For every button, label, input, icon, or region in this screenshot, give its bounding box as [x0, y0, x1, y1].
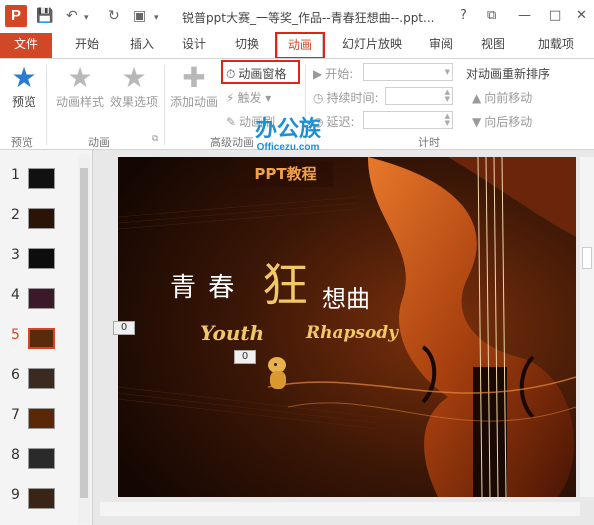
tab-view[interactable]: 视图: [472, 33, 514, 58]
maximize-icon[interactable]: □: [549, 8, 561, 23]
up-arrow-icon: ▲: [472, 91, 482, 105]
animation-order-tag[interactable]: 0: [234, 350, 256, 364]
down-arrow-icon: ▼: [472, 115, 482, 129]
start-field-label: ▶ 开始:: [313, 67, 354, 81]
editor-vertical-scrollbar[interactable]: [580, 157, 594, 497]
slide-title-part2: 想曲: [322, 285, 370, 313]
tab-home[interactable]: 开始: [66, 33, 108, 58]
slide-number: 6: [11, 367, 20, 383]
separator: [46, 65, 47, 145]
lightning-icon: ⚡: [226, 91, 235, 105]
trigger-label: 触发: [237, 91, 262, 105]
editor-horizontal-scrollbar[interactable]: [100, 502, 580, 516]
slide-number: 5: [11, 327, 20, 343]
slide-thumbnail[interactable]: [28, 408, 55, 429]
slide-thumbnail[interactable]: [28, 488, 55, 509]
undo-dropdown-icon[interactable]: ▾: [84, 13, 89, 23]
tab-review[interactable]: 审阅: [420, 33, 462, 58]
save-icon[interactable]: 💾: [36, 8, 53, 24]
preview-label: 预览: [11, 95, 36, 109]
move-earlier-button[interactable]: ▲ 向前移动: [472, 89, 532, 106]
slide-thumbnail[interactable]: [28, 208, 55, 229]
help-icon[interactable]: ?: [460, 8, 467, 23]
watermark-text: 办公族: [254, 117, 321, 142]
slide-banner: PPT教程: [254, 165, 317, 183]
slide-thumbnail[interactable]: [28, 448, 55, 469]
watermark-logo: 办公族 Officezu.com: [228, 117, 348, 154]
panel-scrollbar-thumb[interactable]: [80, 168, 88, 498]
group-label-timing: 计时: [418, 136, 440, 149]
star-preview-icon: ★: [11, 61, 37, 94]
animation-pane-highlight: [221, 60, 300, 84]
add-animation-button[interactable]: ✚ 添加动画: [168, 63, 220, 110]
slide-thumbnail[interactable]: [28, 288, 55, 309]
add-star-icon: ✚: [182, 61, 206, 94]
start-from-beginning-icon[interactable]: ▣: [133, 8, 146, 24]
slide-canvas[interactable]: PPT教程 青 春 狂 想曲 Youth Rhapsody: [118, 157, 576, 497]
slide-thumbnail[interactable]: [28, 168, 55, 189]
undo-icon[interactable]: ↶: [66, 8, 78, 24]
animation-order-tag[interactable]: 0: [113, 321, 135, 335]
delay-input[interactable]: ▲ ▼: [363, 111, 453, 129]
effect-options-label: 效果选项: [109, 95, 158, 109]
slide-number: 7: [11, 407, 20, 423]
slide-thumbnail[interactable]: [28, 248, 55, 269]
ribbon-display-options-icon[interactable]: ⧉: [487, 8, 496, 23]
tab-file[interactable]: 文件: [0, 33, 52, 58]
powerpoint-app-icon[interactable]: P: [5, 5, 27, 27]
tab-insert[interactable]: 插入: [121, 33, 163, 58]
animations-tab-highlight: [275, 32, 325, 59]
redo-icon[interactable]: ↻: [108, 8, 120, 24]
slide-thumbnail[interactable]: [28, 368, 55, 389]
minimize-icon[interactable]: —: [518, 8, 531, 23]
tab-transitions[interactable]: 切换: [226, 33, 268, 58]
slide-thumbnail[interactable]: [28, 328, 55, 349]
duration-field-label: ◷ 持续时间:: [313, 91, 379, 105]
customize-qat-icon[interactable]: ▾: [154, 13, 159, 23]
slide-subtitle-rhapsody: Rhapsody: [306, 323, 399, 343]
move-later-button[interactable]: ▼ 向后移动: [472, 113, 532, 130]
title-bar: P 💾 ↶ ▾ ↻ ▣ ▾ 锐普ppt大赛_一等奖_作品--青春狂想曲--.pp…: [0, 0, 594, 33]
animation-styles-button[interactable]: ★ 动画样式: [54, 63, 106, 110]
group-label-preview: 预览: [11, 136, 33, 149]
trigger-button[interactable]: ⚡ 触发 ▾: [226, 89, 271, 106]
star-icon: ★: [121, 61, 147, 94]
slide-number: 2: [11, 207, 20, 223]
dialog-launcher-icon[interactable]: ⧉: [152, 134, 158, 144]
slide-title-part1: 青 春: [170, 273, 237, 303]
slide-number: 3: [11, 247, 20, 263]
slide-number: 8: [11, 447, 20, 463]
duration-input[interactable]: ▲ ▼: [385, 87, 453, 105]
separator: [164, 65, 165, 145]
slide-subtitle-youth: Youth: [200, 321, 265, 345]
slide-number: 9: [11, 487, 20, 503]
editor-scroll-thumb[interactable]: [582, 247, 592, 269]
effect-options-button[interactable]: ★ 效果选项: [108, 63, 160, 110]
star-icon: ★: [67, 61, 93, 94]
cartoon-dog-image[interactable]: [264, 357, 290, 393]
animation-styles-label: 动画样式: [55, 95, 104, 109]
window-title: 锐普ppt大赛_一等奖_作品--青春狂想曲--.ppt...: [182, 11, 435, 25]
preview-button[interactable]: ★ 预览: [4, 63, 44, 110]
slide-title-big-char: 狂: [262, 258, 308, 312]
slide-number: 1: [11, 167, 20, 183]
tab-slideshow[interactable]: 幻灯片放映: [334, 33, 410, 58]
tab-addins[interactable]: 加载项: [526, 33, 586, 58]
close-icon[interactable]: ✕: [576, 8, 587, 23]
tab-design[interactable]: 设计: [173, 33, 215, 58]
start-select[interactable]: ▼: [363, 63, 453, 81]
add-animation-label: 添加动画: [169, 95, 218, 109]
reorder-title: 对动画重新排序: [466, 67, 551, 81]
slide-number: 4: [11, 287, 20, 303]
group-label-animation: 动画: [88, 136, 110, 149]
